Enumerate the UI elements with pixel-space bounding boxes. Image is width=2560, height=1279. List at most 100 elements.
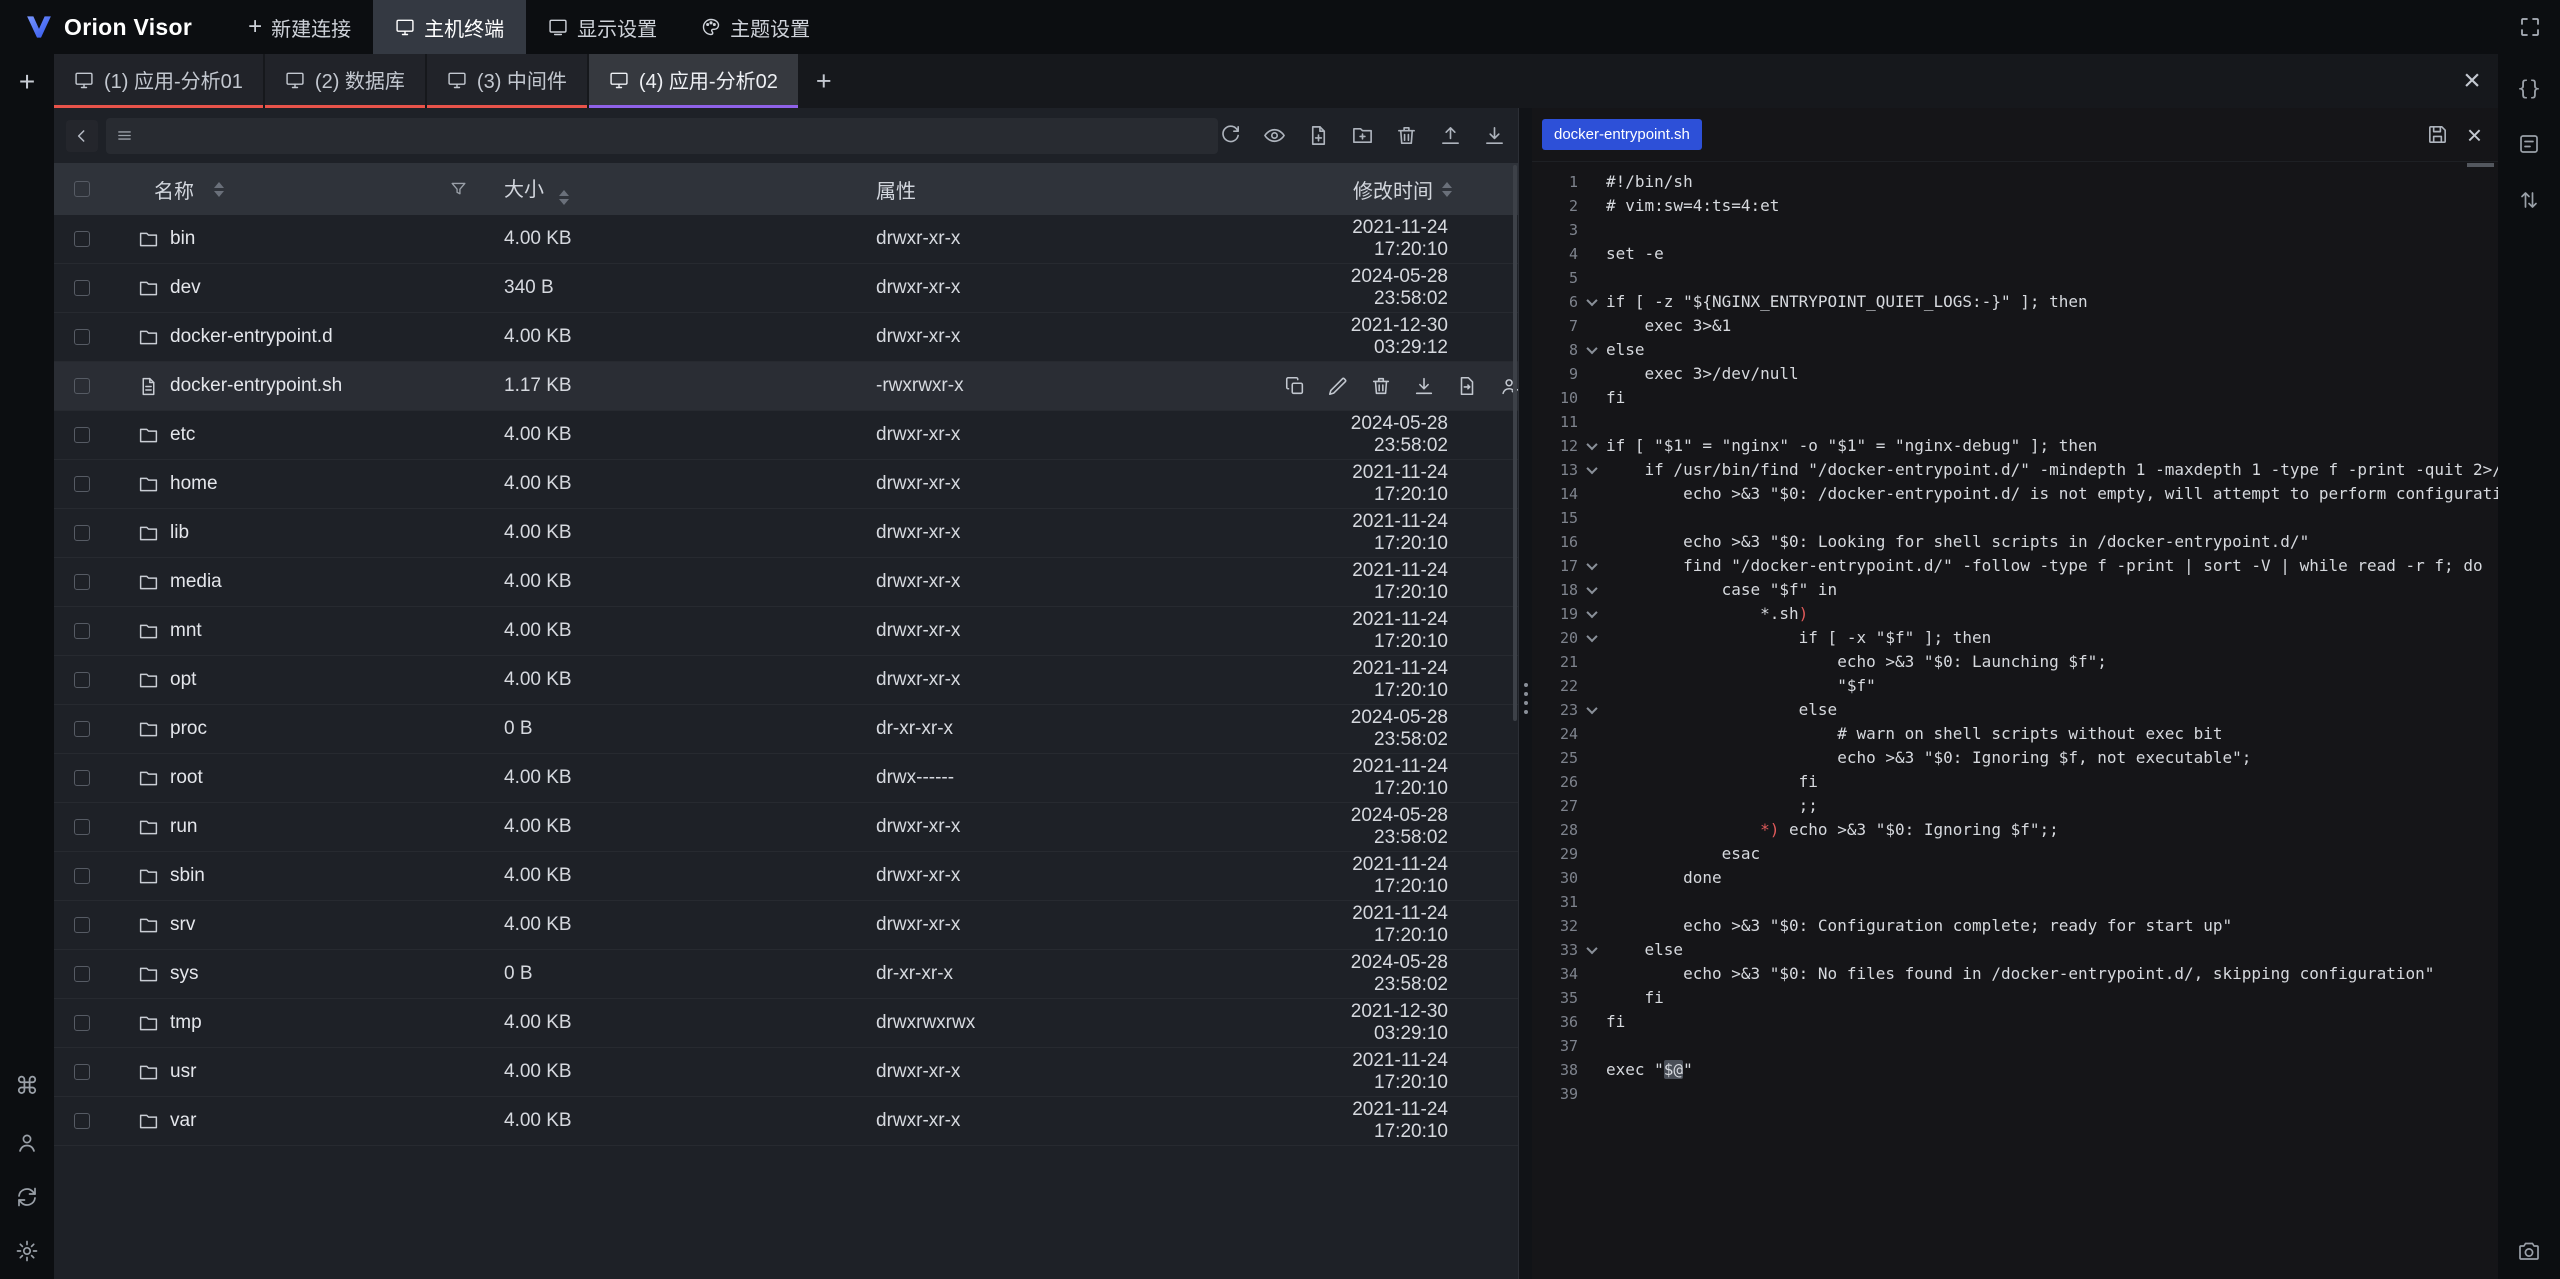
file-row[interactable]: proc0 Bdr-xr-xr-x2024-05-28 23:58:02: [54, 705, 1518, 754]
row-checkbox[interactable]: [74, 966, 90, 982]
file-row[interactable]: tmp4.00 KBdrwxrwxrwx2021-12-30 03:29:10: [54, 999, 1518, 1048]
row-checkbox[interactable]: [74, 721, 90, 737]
code-line: 13 if /usr/bin/find "/docker-entrypoint.…: [1532, 458, 2498, 482]
row-checkbox[interactable]: [74, 917, 90, 933]
row-checkbox-cell: [54, 721, 110, 737]
row-checkbox[interactable]: [74, 329, 90, 345]
file-row[interactable]: usr4.00 KBdrwxr-xr-x2021-11-24 17:20:10: [54, 1048, 1518, 1097]
file-row[interactable]: mnt4.00 KBdrwxr-xr-x2021-11-24 17:20:10: [54, 607, 1518, 656]
fold-toggle[interactable]: [1578, 466, 1606, 474]
save-button[interactable]: [2426, 123, 2449, 146]
close-terminal-button[interactable]: ×: [2446, 54, 2498, 108]
upload-button[interactable]: [1438, 124, 1462, 147]
fold-toggle[interactable]: [1578, 298, 1606, 306]
row-checkbox[interactable]: [74, 476, 90, 492]
terminal-tab-1[interactable]: (1) 应用-分析01: [54, 54, 263, 108]
panel-splitter[interactable]: [1518, 108, 1532, 1279]
file-row[interactable]: lib4.00 KBdrwxr-xr-x2021-11-24 17:20:10: [54, 509, 1518, 558]
fold-toggle[interactable]: [1578, 634, 1606, 642]
editor-file-tab[interactable]: docker-entrypoint.sh: [1542, 119, 1702, 150]
nav-item-theme-settings[interactable]: 主题设置: [679, 0, 832, 54]
row-action-delete-button[interactable]: [1370, 375, 1392, 397]
row-checkbox[interactable]: [74, 868, 90, 884]
fold-toggle[interactable]: [1578, 562, 1606, 570]
back-button[interactable]: [66, 120, 98, 152]
refresh-button[interactable]: [1218, 124, 1242, 147]
editor-scrollbar[interactable]: [2467, 163, 2494, 167]
sort-mtime-button[interactable]: [1442, 182, 1452, 197]
editor-close-button[interactable]: ×: [2467, 122, 2482, 148]
screenshot-button[interactable]: [2517, 1239, 2541, 1263]
row-action-copy-button[interactable]: [1284, 375, 1306, 397]
file-row[interactable]: sys0 Bdr-xr-xr-x2024-05-28 23:58:02: [54, 950, 1518, 999]
file-row[interactable]: home4.00 KBdrwxr-xr-x2021-11-24 17:20:10: [54, 460, 1518, 509]
nav-item-host-terminal[interactable]: 主机终端: [373, 0, 526, 54]
path-input[interactable]: [142, 125, 1208, 147]
sort-size-button[interactable]: [559, 190, 569, 205]
file-row[interactable]: srv4.00 KBdrwxr-xr-x2021-11-24 17:20:10: [54, 901, 1518, 950]
fullscreen-button[interactable]: [2518, 15, 2542, 39]
nav-item-display-settings[interactable]: 显示设置: [526, 0, 679, 54]
file-row[interactable]: media4.00 KBdrwxr-xr-x2021-11-24 17:20:1…: [54, 558, 1518, 607]
file-row[interactable]: root4.00 KBdrwx------2021-11-24 17:20:10: [54, 754, 1518, 803]
code-text: *.sh): [1606, 602, 2498, 626]
row-checkbox[interactable]: [74, 574, 90, 590]
row-checkbox[interactable]: [74, 819, 90, 835]
sync-button[interactable]: [15, 1185, 39, 1209]
row-checkbox[interactable]: [74, 770, 90, 786]
row-checkbox[interactable]: [74, 525, 90, 541]
snippets-button[interactable]: {}: [2517, 76, 2541, 100]
file-row[interactable]: docker-entrypoint.sh1.17 KB-rwxrwxr-x: [54, 362, 1518, 411]
row-checkbox[interactable]: [74, 280, 90, 296]
code-line: 2# vim:sw=4:ts=4:et: [1532, 194, 2498, 218]
new-file-button[interactable]: [1306, 124, 1330, 147]
delete-button[interactable]: [1394, 124, 1418, 147]
shortcut-keys-button[interactable]: ⌘: [15, 1072, 39, 1101]
row-action-edit-button[interactable]: [1327, 375, 1349, 397]
file-row[interactable]: run4.00 KBdrwxr-xr-x2024-05-28 23:58:02: [54, 803, 1518, 852]
row-checkbox[interactable]: [74, 1015, 90, 1031]
file-name-cell: root: [110, 767, 498, 789]
add-terminal-tab-button[interactable]: +: [800, 54, 848, 108]
file-row[interactable]: bin4.00 KBdrwxr-xr-x2021-11-24 17:20:10: [54, 215, 1518, 264]
fold-toggle[interactable]: [1578, 346, 1606, 354]
commands-button[interactable]: [2517, 132, 2541, 156]
row-action-move-button[interactable]: [1456, 375, 1478, 397]
file-row[interactable]: var4.00 KBdrwxr-xr-x2021-11-24 17:20:10: [54, 1097, 1518, 1146]
file-row[interactable]: docker-entrypoint.d4.00 KBdrwxr-xr-x2021…: [54, 313, 1518, 362]
file-row[interactable]: opt4.00 KBdrwxr-xr-x2021-11-24 17:20:10: [54, 656, 1518, 705]
terminal-tab-4[interactable]: (4) 应用-分析02: [589, 54, 798, 108]
file-row[interactable]: etc4.00 KBdrwxr-xr-x2024-05-28 23:58:02: [54, 411, 1518, 460]
fold-toggle[interactable]: [1578, 442, 1606, 450]
new-folder-button[interactable]: [1350, 124, 1374, 147]
row-checkbox[interactable]: [74, 1064, 90, 1080]
row-checkbox[interactable]: [74, 231, 90, 247]
file-row[interactable]: dev340 Bdrwxr-xr-x2024-05-28 23:58:02: [54, 264, 1518, 313]
row-checkbox[interactable]: [74, 427, 90, 443]
fold-toggle[interactable]: [1578, 946, 1606, 954]
download-button[interactable]: [1482, 124, 1506, 147]
select-all-checkbox[interactable]: [74, 181, 90, 197]
row-checkbox[interactable]: [74, 623, 90, 639]
fold-toggle[interactable]: [1578, 586, 1606, 594]
row-checkbox[interactable]: [74, 378, 90, 394]
row-action-download-button[interactable]: [1413, 375, 1435, 397]
user-info-button[interactable]: [15, 1131, 39, 1155]
terminal-tab-2[interactable]: (2) 数据库: [265, 54, 425, 108]
settings-button[interactable]: [15, 1239, 39, 1263]
file-scrollbar[interactable]: [1513, 165, 1517, 721]
terminal-tab-3[interactable]: (3) 中间件: [427, 54, 587, 108]
filter-button[interactable]: [449, 180, 468, 199]
file-row[interactable]: sbin4.00 KBdrwxr-xr-x2021-11-24 17:20:10: [54, 852, 1518, 901]
code-editor[interactable]: 1#!/bin/sh2# vim:sw=4:ts=4:et34set -e56i…: [1532, 162, 2498, 1279]
sidebar-add-button[interactable]: +: [19, 66, 35, 98]
row-checkbox[interactable]: [74, 672, 90, 688]
line-number: 8: [1532, 338, 1578, 362]
transfer-button[interactable]: [2517, 188, 2541, 212]
row-checkbox[interactable]: [74, 1113, 90, 1129]
fold-toggle[interactable]: [1578, 610, 1606, 618]
nav-item-new-connection[interactable]: + 新建连接: [226, 0, 373, 54]
preview-eye-button[interactable]: [1262, 124, 1286, 147]
fold-toggle[interactable]: [1578, 706, 1606, 714]
sort-name-button[interactable]: [214, 182, 224, 197]
